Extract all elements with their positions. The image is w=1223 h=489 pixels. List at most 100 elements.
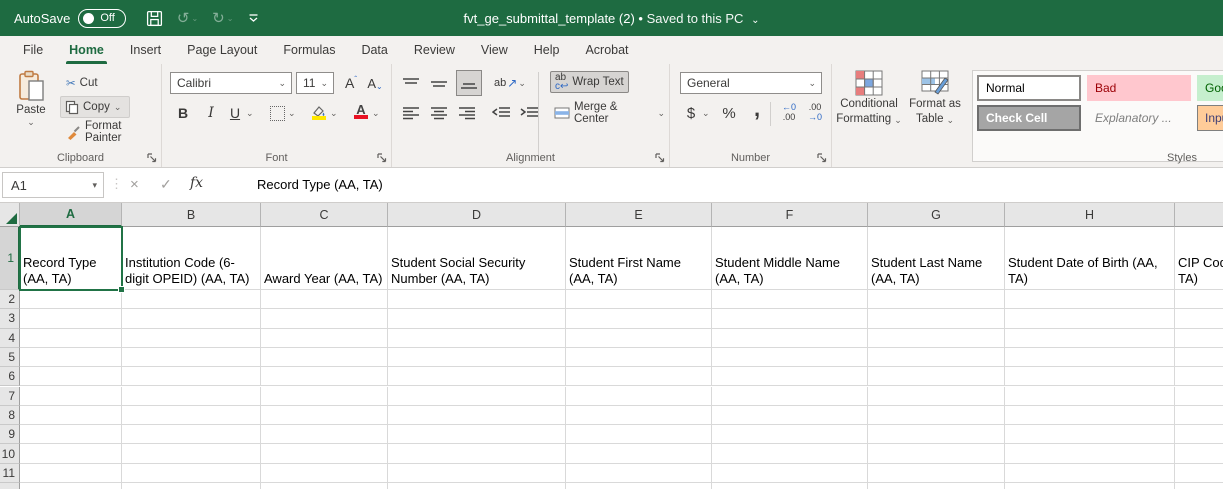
cell-F[interactable] [712, 483, 868, 489]
autosave-toggle[interactable]: Off [78, 9, 125, 28]
bottom-align-button[interactable] [456, 70, 482, 96]
middle-align-button[interactable] [428, 72, 450, 94]
cell-C[interactable] [261, 483, 388, 489]
cell-C3[interactable] [261, 309, 388, 328]
cell-D7[interactable] [388, 387, 566, 406]
font-dialog-launcher-icon[interactable] [377, 153, 387, 163]
italic-button[interactable]: I [200, 102, 222, 124]
cell-I4[interactable] [1175, 329, 1223, 348]
cell-F6[interactable] [712, 367, 868, 386]
cell-H6[interactable] [1005, 367, 1175, 386]
cell-H[interactable] [1005, 483, 1175, 489]
top-align-button[interactable] [400, 72, 422, 94]
customize-qat-icon[interactable] [247, 12, 260, 24]
style-bad[interactable]: Bad [1087, 75, 1191, 101]
cell-H11[interactable] [1005, 464, 1175, 483]
cell-E9[interactable] [566, 425, 712, 444]
cell-E3[interactable] [566, 309, 712, 328]
column-header-c[interactable]: C [261, 203, 388, 227]
cell-G[interactable] [868, 483, 1005, 489]
column-header-b[interactable]: B [122, 203, 261, 227]
name-box-chevron-icon[interactable]: ▾ [92, 182, 97, 188]
cell-A6[interactable] [20, 367, 122, 386]
number-dialog-launcher-icon[interactable] [817, 153, 827, 163]
row-header-6[interactable]: 6 [0, 367, 20, 386]
cell-C8[interactable] [261, 406, 388, 425]
cell-I[interactable] [1175, 483, 1223, 489]
cell-F1[interactable]: Student Middle Name (AA, TA) [712, 227, 868, 290]
cell-B7[interactable] [122, 387, 261, 406]
wrap-text-button[interactable]: abc↩ Wrap Text [550, 71, 629, 93]
cell-F11[interactable] [712, 464, 868, 483]
row-header-8[interactable]: 8 [0, 406, 20, 425]
cell-H10[interactable] [1005, 444, 1175, 463]
cell-C7[interactable] [261, 387, 388, 406]
cell-I5[interactable] [1175, 348, 1223, 367]
cell-F8[interactable] [712, 406, 868, 425]
cell-B11[interactable] [122, 464, 261, 483]
cell-A1[interactable]: Record Type (AA, TA) [20, 227, 122, 290]
row-header-3[interactable]: 3 [0, 309, 20, 328]
cell-B4[interactable] [122, 329, 261, 348]
insert-function-button[interactable]: fx [190, 175, 203, 191]
cell-A10[interactable] [20, 444, 122, 463]
paste-button[interactable]: Paste ⌄ [8, 70, 54, 125]
column-header-a[interactable]: A [20, 203, 122, 227]
cell-B2[interactable] [122, 290, 261, 309]
borders-chevron-icon[interactable]: ⌄ [288, 110, 296, 116]
borders-button[interactable] [266, 102, 288, 124]
conditional-formatting-button[interactable]: Conditional Formatting ⌄ [836, 70, 902, 126]
cell-D4[interactable] [388, 329, 566, 348]
row-header-7[interactable]: 7 [0, 387, 20, 406]
font-size-select[interactable]: 11 ⌄ [296, 72, 334, 94]
column-header-d[interactable]: D [388, 203, 566, 227]
row-header-2[interactable]: 2 [0, 290, 20, 309]
cell-A7[interactable] [20, 387, 122, 406]
copy-button[interactable]: Copy ⌄ [60, 96, 130, 118]
paste-chevron-icon[interactable]: ⌄ [27, 119, 35, 125]
cell-D9[interactable] [388, 425, 566, 444]
cell-C10[interactable] [261, 444, 388, 463]
cell-E2[interactable] [566, 290, 712, 309]
cell-G6[interactable] [868, 367, 1005, 386]
copy-chevron-icon[interactable]: ⌄ [114, 104, 122, 110]
cell-C9[interactable] [261, 425, 388, 444]
cell-D5[interactable] [388, 348, 566, 367]
cell-B5[interactable] [122, 348, 261, 367]
cell-E11[interactable] [566, 464, 712, 483]
cell-I7[interactable] [1175, 387, 1223, 406]
cell-E7[interactable] [566, 387, 712, 406]
orientation-button[interactable]: ab ↗ ⌄ [492, 72, 528, 94]
tab-help[interactable]: Help [521, 36, 573, 64]
style-good[interactable]: Good [1197, 75, 1223, 101]
column-header-f[interactable]: F [712, 203, 868, 227]
cell-C11[interactable] [261, 464, 388, 483]
column-header-e[interactable]: E [566, 203, 712, 227]
cell-E[interactable] [566, 483, 712, 489]
row-header-partial[interactable] [0, 483, 20, 489]
cell-A2[interactable] [20, 290, 122, 309]
cell-I1[interactable]: CIP Code (AA, TA) [1175, 227, 1223, 290]
increase-indent-button[interactable] [518, 102, 541, 124]
percent-style-button[interactable]: % [718, 102, 740, 124]
tab-page-layout[interactable]: Page Layout [174, 36, 270, 64]
font-name-select[interactable]: Calibri ⌄ [170, 72, 292, 94]
cell-F2[interactable] [712, 290, 868, 309]
format-as-table-button[interactable]: Format as Table ⌄ [904, 70, 966, 126]
enter-button[interactable]: ✓ [160, 176, 172, 193]
save-icon[interactable] [146, 10, 163, 27]
cell-A8[interactable] [20, 406, 122, 425]
cell-D2[interactable] [388, 290, 566, 309]
cell-A[interactable] [20, 483, 122, 489]
style-explanatory[interactable]: Explanatory ... [1087, 105, 1191, 131]
cancel-button[interactable]: × [130, 176, 139, 193]
format-painter-button[interactable]: Format Painter [62, 121, 161, 143]
cell-G5[interactable] [868, 348, 1005, 367]
row-header-10[interactable]: 10 [0, 444, 20, 463]
cell-B8[interactable] [122, 406, 261, 425]
cell-G3[interactable] [868, 309, 1005, 328]
cell-H9[interactable] [1005, 425, 1175, 444]
cell-G1[interactable]: Student Last Name (AA, TA) [868, 227, 1005, 290]
tab-data[interactable]: Data [348, 36, 400, 64]
tab-home[interactable]: Home [56, 36, 117, 64]
